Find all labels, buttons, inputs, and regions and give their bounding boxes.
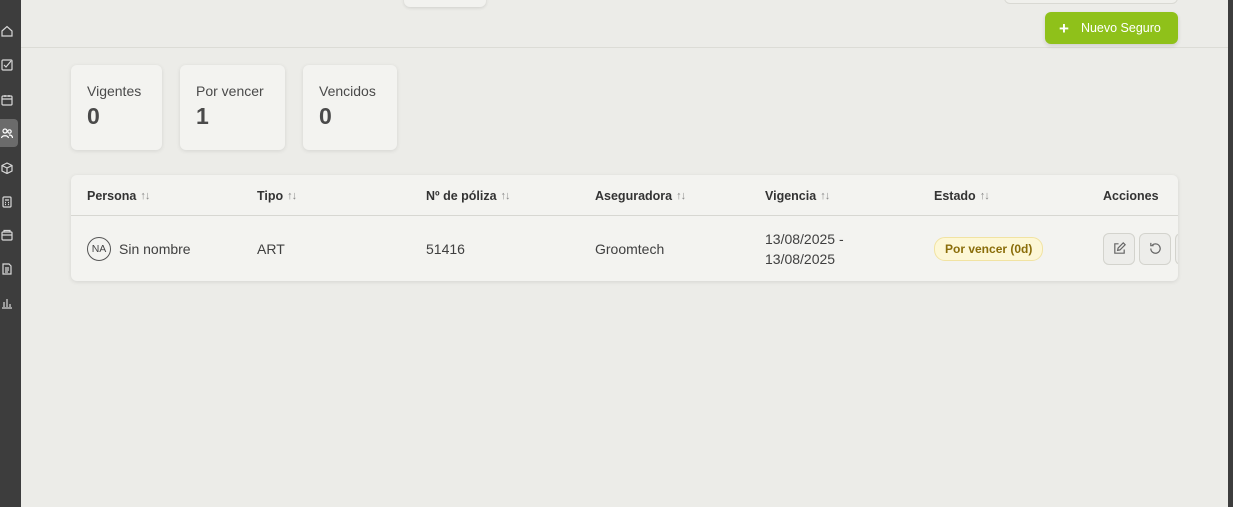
sort-icon: ↑↓ (979, 189, 990, 202)
more-actions-button[interactable] (1175, 232, 1178, 265)
edit-icon (1113, 242, 1126, 254)
checklist-icon[interactable] (0, 51, 18, 79)
sort-icon: ↑↓ (500, 189, 511, 202)
stat-label: Vigentes (87, 83, 142, 99)
stat-label: Vencidos (319, 83, 376, 99)
avatar: NA (87, 236, 111, 261)
vigencia-end: 13/08/2025 (765, 250, 836, 267)
home-icon[interactable] (0, 17, 18, 45)
column-header-acciones: Acciones (1103, 175, 1159, 216)
stat-value: 0 (87, 103, 100, 129)
column-header-poliza[interactable]: Nº de póliza ↑↓ (426, 175, 511, 216)
column-header-label: Vigencia (765, 188, 817, 203)
column-header-label: Estado (934, 188, 976, 203)
new-insurance-button-label: Nuevo Seguro (1080, 21, 1161, 35)
bar-chart-icon[interactable] (0, 289, 18, 317)
right-edge (1228, 0, 1233, 507)
column-header-label: Aseguradora (595, 188, 673, 203)
plus-icon: + (1059, 18, 1069, 38)
column-header-label: Tipo (257, 188, 284, 203)
column-header-label: Nº de póliza (426, 188, 497, 203)
column-header-label: Persona (87, 188, 137, 203)
calendar-icon[interactable] (0, 86, 18, 114)
column-header-estado[interactable]: Estado ↑↓ (934, 175, 990, 216)
cell-poliza: 51416 (426, 240, 465, 257)
stat-value: 1 (196, 103, 209, 129)
cell-aseguradora: Groomtech (595, 240, 665, 257)
stat-card-vigentes: Vigentes 0 (71, 65, 162, 150)
column-header-label: Acciones (1103, 188, 1159, 203)
sort-icon: ↑↓ (676, 189, 686, 202)
header-divider (21, 47, 1228, 48)
column-header-persona[interactable]: Persona ↑↓ (87, 175, 150, 216)
cell-vigencia: 13/08/2025 - 13/08/2025 (765, 216, 844, 281)
renew-button[interactable] (1139, 232, 1171, 265)
cell-persona: NA Sin nombre (87, 216, 191, 281)
edit-button[interactable] (1103, 232, 1135, 265)
sort-icon: ↑↓ (820, 189, 830, 202)
sort-icon: ↑↓ (140, 189, 150, 202)
document-icon[interactable] (0, 255, 18, 283)
users-icon[interactable] (0, 119, 18, 147)
header-tab-stub[interactable] (404, 0, 486, 7)
column-header-tipo[interactable]: Tipo ↑↓ (257, 175, 297, 216)
persona-name: Sin nombre (119, 240, 191, 257)
wallet-icon[interactable] (0, 221, 18, 249)
stat-label: Por vencer (196, 83, 264, 99)
insurance-table: Persona ↑↓ Tipo ↑↓ Nº de póliza ↑↓ Asegurad… (71, 175, 1178, 281)
cell-estado: Por vencer (0d) (934, 216, 1044, 281)
stat-value: 0 (319, 103, 332, 129)
new-insurance-button[interactable]: + Nuevo Seguro (1045, 12, 1178, 44)
cell-tipo: ART (257, 240, 285, 257)
status-badge: Por vencer (0d) (934, 236, 1044, 261)
column-header-aseguradora[interactable]: Aseguradora ↑↓ (595, 175, 686, 216)
calculator-icon[interactable] (0, 188, 18, 216)
table-header: Persona ↑↓ Tipo ↑↓ Nº de póliza ↑↓ Asegurad… (71, 175, 1178, 216)
sort-icon: ↑↓ (287, 189, 297, 202)
box-icon[interactable] (0, 154, 18, 182)
stat-card-vencidos: Vencidos 0 (303, 65, 397, 150)
cell-acciones (1103, 216, 1178, 281)
vigencia-start: 13/08/2025 - (765, 230, 844, 247)
header-search-stub[interactable] (1004, 0, 1178, 4)
renew-icon (1149, 242, 1161, 254)
sidebar (0, 0, 21, 507)
stat-card-por-vencer: Por vencer 1 (180, 65, 285, 150)
column-header-vigencia[interactable]: Vigencia ↑↓ (765, 175, 830, 216)
